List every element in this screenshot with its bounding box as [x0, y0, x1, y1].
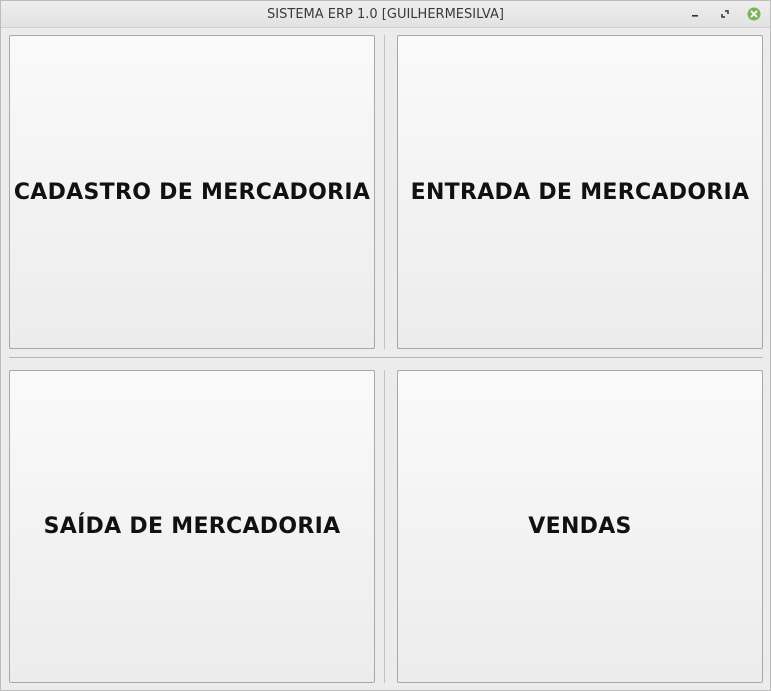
minimize-icon [692, 15, 698, 17]
title-bar[interactable]: SISTEMA ERP 1.0 [GUILHERMESILVA] [1, 1, 770, 28]
button-label: SAÍDA DE MERCADORIA [43, 514, 341, 539]
vertical-divider [384, 35, 385, 349]
vertical-divider [384, 370, 385, 683]
vendas-button[interactable]: VENDAS [397, 370, 763, 683]
button-label: ENTRADA DE MERCADORIA [410, 179, 750, 205]
saida-mercadoria-button[interactable]: SAÍDA DE MERCADORIA [9, 370, 375, 683]
horizontal-divider [9, 357, 763, 358]
button-label: VENDAS [528, 514, 632, 539]
entrada-mercadoria-button[interactable]: ENTRADA DE MERCADORIA [397, 35, 763, 349]
maximize-button[interactable] [717, 6, 733, 22]
cadastro-mercadoria-button[interactable]: CADASTRO DE MERCADORIA [9, 35, 375, 349]
app-window: SISTEMA ERP 1.0 [GUILHERMESILVA] CADASTR… [0, 0, 771, 691]
window-title: SISTEMA ERP 1.0 [GUILHERMESILVA] [267, 7, 504, 22]
minimize-button[interactable] [687, 6, 703, 22]
main-panel: CADASTRO DE MERCADORIA ENTRADA DE MERCAD… [1, 28, 770, 690]
close-icon [747, 7, 761, 21]
maximize-icon [721, 10, 729, 18]
button-label: CADASTRO DE MERCADORIA [13, 179, 371, 205]
close-button[interactable] [746, 6, 762, 22]
